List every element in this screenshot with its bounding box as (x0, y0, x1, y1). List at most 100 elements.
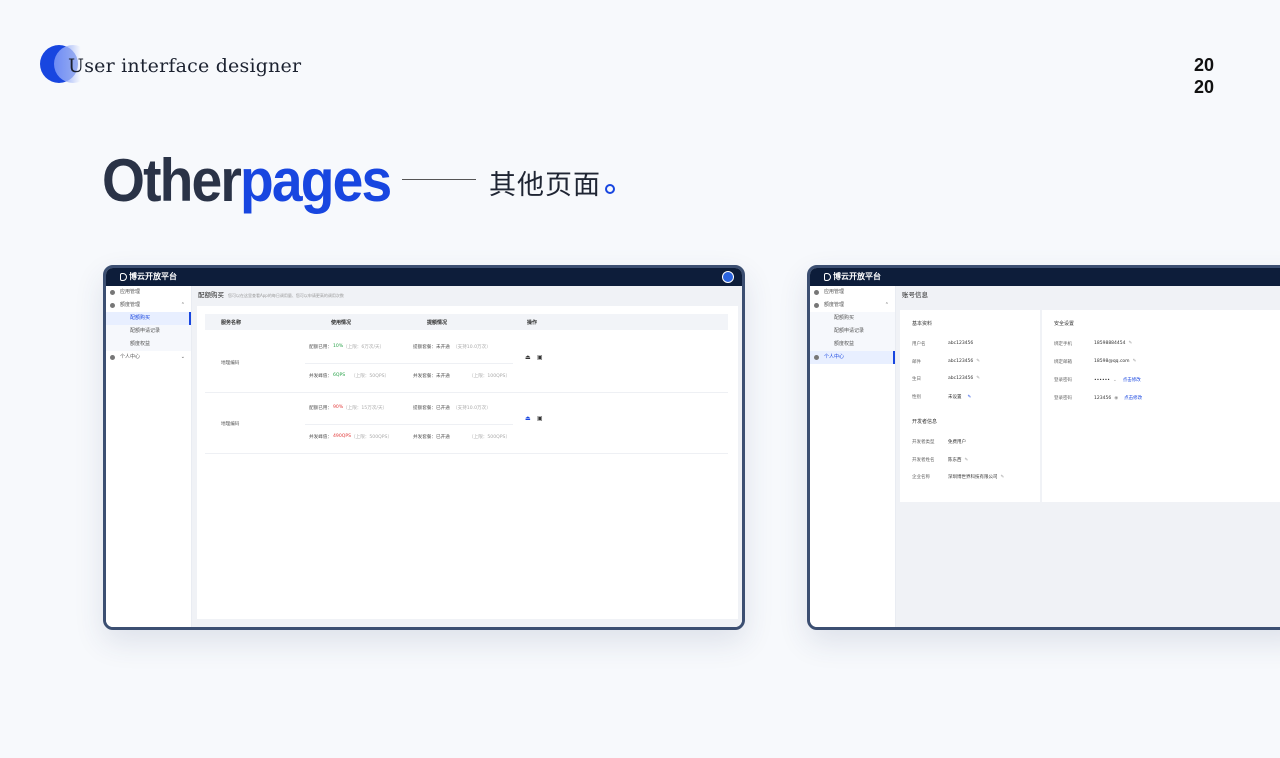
field-label: 绑定手机 (1054, 342, 1072, 347)
concurrency-status: 并发套餐：已开通 (413, 435, 450, 440)
divider (402, 179, 476, 180)
sidebar-item-label: 额度权益 (130, 341, 151, 347)
peak-limit: （上限：50QPS） (351, 374, 390, 379)
field-label: 企业名称 (912, 475, 930, 480)
field-label: 开发者姓名 (912, 457, 935, 463)
usage-label: 配额已用： (309, 406, 332, 411)
hero-title-b: pages (240, 146, 392, 214)
edit-icon[interactable]: ✎ (968, 395, 972, 400)
change-link[interactable]: 点击修改 (1123, 378, 1141, 383)
chevron-icon: ⌃ (884, 302, 889, 308)
field-value: 未设置 ✎ (948, 394, 971, 400)
edit-icon[interactable]: ✎ (1133, 359, 1137, 364)
logo-icon (824, 272, 831, 281)
avatar[interactable] (722, 271, 734, 283)
divider (305, 363, 513, 364)
page-title: 账号信息 (896, 286, 1280, 304)
sidebar: 应用管理额度管理 ⌃ 配额购买配额申请记录 额度权益个人中心 ⌄ (106, 286, 192, 627)
field-label: 性别 (912, 394, 921, 400)
chart-icon[interactable]: ▣ (537, 354, 543, 361)
menu-icon (814, 355, 819, 360)
section-title: 开发者信息 (912, 419, 938, 425)
edit-icon[interactable]: ✎ (1129, 341, 1133, 346)
field-label: 开发者类型 (912, 440, 935, 445)
app-logo[interactable]: 博云开放平台 (824, 271, 881, 282)
field-value: abc123456 ✎ (948, 359, 980, 364)
concurrency-status: 并发套餐：未开通 (413, 374, 450, 379)
boost-status: 提额套餐：未开通 (413, 345, 450, 350)
peak-label: 并发峰值： (309, 435, 332, 440)
field-value-text: abc123456 (948, 341, 974, 346)
menu-icon (814, 290, 819, 295)
field-value: 免费用户 (948, 439, 966, 445)
sidebar-item-label: 额度管理 (824, 302, 845, 308)
menu-icon (814, 303, 819, 308)
field-value: abc123456 (948, 341, 973, 346)
boost-status: 提额套餐：已开通 (413, 406, 450, 411)
field-value-text: 18598884454 (1094, 341, 1126, 346)
sidebar-item-label: 应用管理 (824, 289, 845, 295)
sidebar-item-label: 配额购买 (834, 315, 855, 321)
logo-icon (120, 272, 127, 281)
year-label: 20 20 (1193, 55, 1214, 97)
app-logo[interactable]: 博云开放平台 (120, 271, 177, 282)
usage-label: 配额已用： (309, 345, 332, 350)
usage-value: 10% (333, 344, 344, 349)
edit-icon[interactable]: ✎ (1001, 475, 1005, 480)
field-value: 123456 ◉ 点击修改 (1094, 395, 1142, 401)
change-link[interactable]: 点击修改 (1124, 396, 1142, 401)
peak-value: 490QPS (333, 434, 352, 439)
sidebar-item[interactable]: 额度管理 ⌃ (810, 299, 895, 312)
usage-limit: （上限：6万次/天） (343, 345, 385, 350)
divider (305, 424, 513, 425)
sidebar-item[interactable]: 配额购买 (106, 312, 191, 325)
service-name: 地理编码 (221, 422, 240, 427)
screen-account-info: 博云开放平台 应用管理 额度管理 ⌃ 配额购买 配额申请记录 额度权益 个人中心 账号信息 … (807, 265, 1280, 630)
field-label: 生日 (912, 377, 921, 382)
chevron-icon: ⌃ (180, 302, 185, 308)
upgrade-icon[interactable]: ⏏ (525, 354, 531, 361)
field-value-text: 陈东西 (948, 457, 962, 463)
sidebar-item[interactable]: 配额申请记录 (810, 325, 895, 338)
edit-icon[interactable]: ✎ (965, 458, 969, 463)
concurrency-limit: （上限：500QPS） (469, 435, 511, 440)
chart-icon[interactable]: ▣ (537, 415, 543, 422)
sidebar-item[interactable]: 应用管理 (106, 286, 191, 299)
upgrade-icon[interactable]: ⏏ (525, 415, 531, 422)
sidebar-item[interactable]: 个人中心 (810, 351, 895, 364)
sidebar-item-label: 额度权益 (834, 341, 855, 347)
sidebar-item-label: 个人中心 (824, 354, 845, 360)
chevron-icon: ⌄ (180, 354, 185, 360)
sidebar-item-label: 配额申请记录 (834, 328, 865, 334)
sidebar-item[interactable]: 个人中心 ⌄ (106, 351, 191, 364)
main-content: 账号信息 基本资料 开发者信息 用户名 abc123456 邮件 abc123456 ✎… (896, 286, 1280, 627)
sidebar-item[interactable]: 额度权益 (810, 338, 895, 351)
field-value: abc123456 ✎ (948, 376, 980, 381)
sidebar-item-label: 配额申请记录 (130, 328, 161, 334)
sidebar-item-label: 应用管理 (120, 289, 141, 295)
table-header: 服务名称 使用情况 提额情况 操作 (205, 314, 728, 330)
sidebar-item-label: 配额购买 (130, 315, 151, 321)
edit-icon[interactable]: ✎ (976, 376, 980, 381)
brand-title: User interface designer (68, 55, 302, 77)
sidebar-item[interactable]: 应用管理 (810, 286, 895, 299)
sidebar-item[interactable]: 配额申请记录 (106, 325, 191, 338)
field-value: 18598884454 ✎ (1094, 341, 1132, 346)
edit-icon[interactable]: ✎ (976, 359, 980, 364)
sidebar-item[interactable]: 额度权益 (106, 338, 191, 351)
field-value: 陈东西 ✎ (948, 457, 968, 463)
screen-quota-purchase: 博云开放平台 应用管理额度管理 ⌃ 配额购买配额申请记录 额度权益个人中心 ⌄ 配额购买… (103, 265, 745, 630)
field-value: 深圳博世界科技有限公司 ✎ (948, 474, 1004, 480)
eye-icon[interactable]: ◉ (1114, 396, 1118, 401)
sidebar-item[interactable]: 额度管理 ⌃ (106, 299, 191, 312)
profile-panel: 基本资料 开发者信息 用户名 abc123456 邮件 abc123456 ✎ 生日 abc… (900, 310, 1040, 502)
page-title: 配额购买 您可以在这里查看App的每日调用量、您可以申请更高的调用次数 (192, 286, 742, 304)
sidebar: 应用管理额度管理 ⌃ 配额购买配额申请记录 额度权益个人中心 (810, 286, 896, 627)
boost-limit: （支持10.0万次） (453, 345, 491, 350)
field-label: 邮件 (912, 359, 921, 365)
peak-value: 6QPS (333, 373, 346, 378)
main-content: 配额购买 您可以在这里查看App的每日调用量、您可以申请更高的调用次数 服务名称 … (192, 286, 742, 627)
usage-value: 90% (333, 405, 344, 410)
sidebar-item[interactable]: 配额购买 (810, 312, 895, 325)
eye-off-icon[interactable]: ⌄ (1113, 378, 1117, 383)
